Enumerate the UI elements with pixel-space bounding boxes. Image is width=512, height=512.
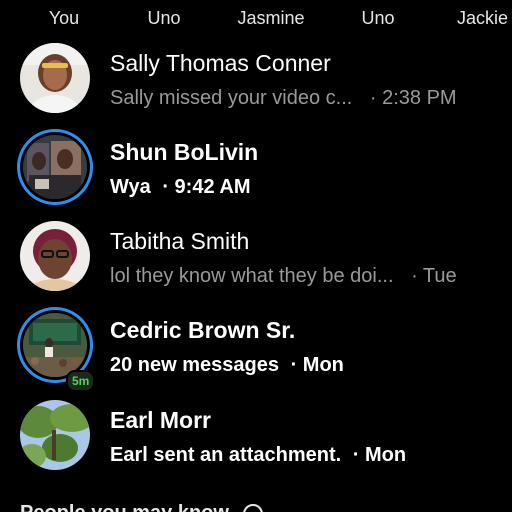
chat-row-earl-morr[interactable]: Earl Morr Earl sent an attachment. · Mon [0,400,512,488]
active-contact-uno[interactable]: Uno [119,0,209,34]
message-preview: Earl sent an attachment. · Mon [110,442,406,468]
active-contact-jackie[interactable]: Jackie [440,0,512,34]
active-contact-name: Uno [147,8,181,28]
contact-name: Earl Morr [110,407,211,433]
chat-row-shun-bolivin[interactable]: Shun BoLivin Wya · 9:42 AM [0,132,512,220]
active-time-badge: 5m [66,370,96,392]
messenger-chats-screen: You Uno Jasmine Uno Jackie Sally Thomas … [0,0,512,512]
active-now-row: You Uno Jasmine Uno Jackie [0,0,512,34]
message-snippet: 20 new messages [110,354,279,376]
avatar [20,221,90,291]
message-time: · Mon [352,444,407,466]
chat-row-tabitha-smith[interactable]: Tabitha Smith lol they know what they be… [0,221,512,309]
message-preview: 20 new messages · Mon [110,352,344,378]
message-time: · Mon [290,354,344,376]
contact-name: Sally Thomas Conner [110,50,331,76]
active-contact-name: Uno [361,8,395,28]
active-contact-name: You [48,8,80,28]
chat-row-sally-thomas-conner[interactable]: Sally Thomas Conner Sally missed your vi… [0,43,512,131]
avatar [20,43,90,113]
message-time: · Tue [411,265,457,287]
message-snippet: Earl sent an attachment. [110,444,342,466]
message-preview: Wya · 9:42 AM [110,174,251,200]
people-you-may-know-header: People you may know [20,502,263,512]
message-snippet: Wya [110,176,151,198]
message-preview: Sally missed your video c... · 2:38 PM [110,85,457,111]
message-time: · 2:38 PM [369,87,457,109]
avatar [23,135,87,199]
avatar [23,313,87,377]
message-snippet: lol they know what they be doi... [110,265,394,287]
message-time: · 9:42 AM [162,176,251,198]
message-snippet: Sally missed your video c... [110,87,353,109]
active-contact-jasmine[interactable]: Jasmine [226,0,316,34]
active-contact-you[interactable]: You [19,0,109,34]
contact-name: Tabitha Smith [110,228,250,254]
avatar [20,400,90,470]
contact-name: Shun BoLivin [110,139,259,165]
active-contact-uno-2[interactable]: Uno [333,0,423,34]
active-contact-name: Jasmine [237,8,305,28]
message-preview: lol they know what they be doi... · Tue [110,263,457,289]
active-contact-name: Jackie [457,8,509,28]
info-icon[interactable] [242,503,263,512]
chat-row-cedric-brown-sr[interactable]: 5m Cedric Brown Sr. 20 new messages · Mo… [0,310,512,398]
section-title-text: People you may know [20,502,229,512]
contact-name: Cedric Brown Sr. [110,317,296,343]
